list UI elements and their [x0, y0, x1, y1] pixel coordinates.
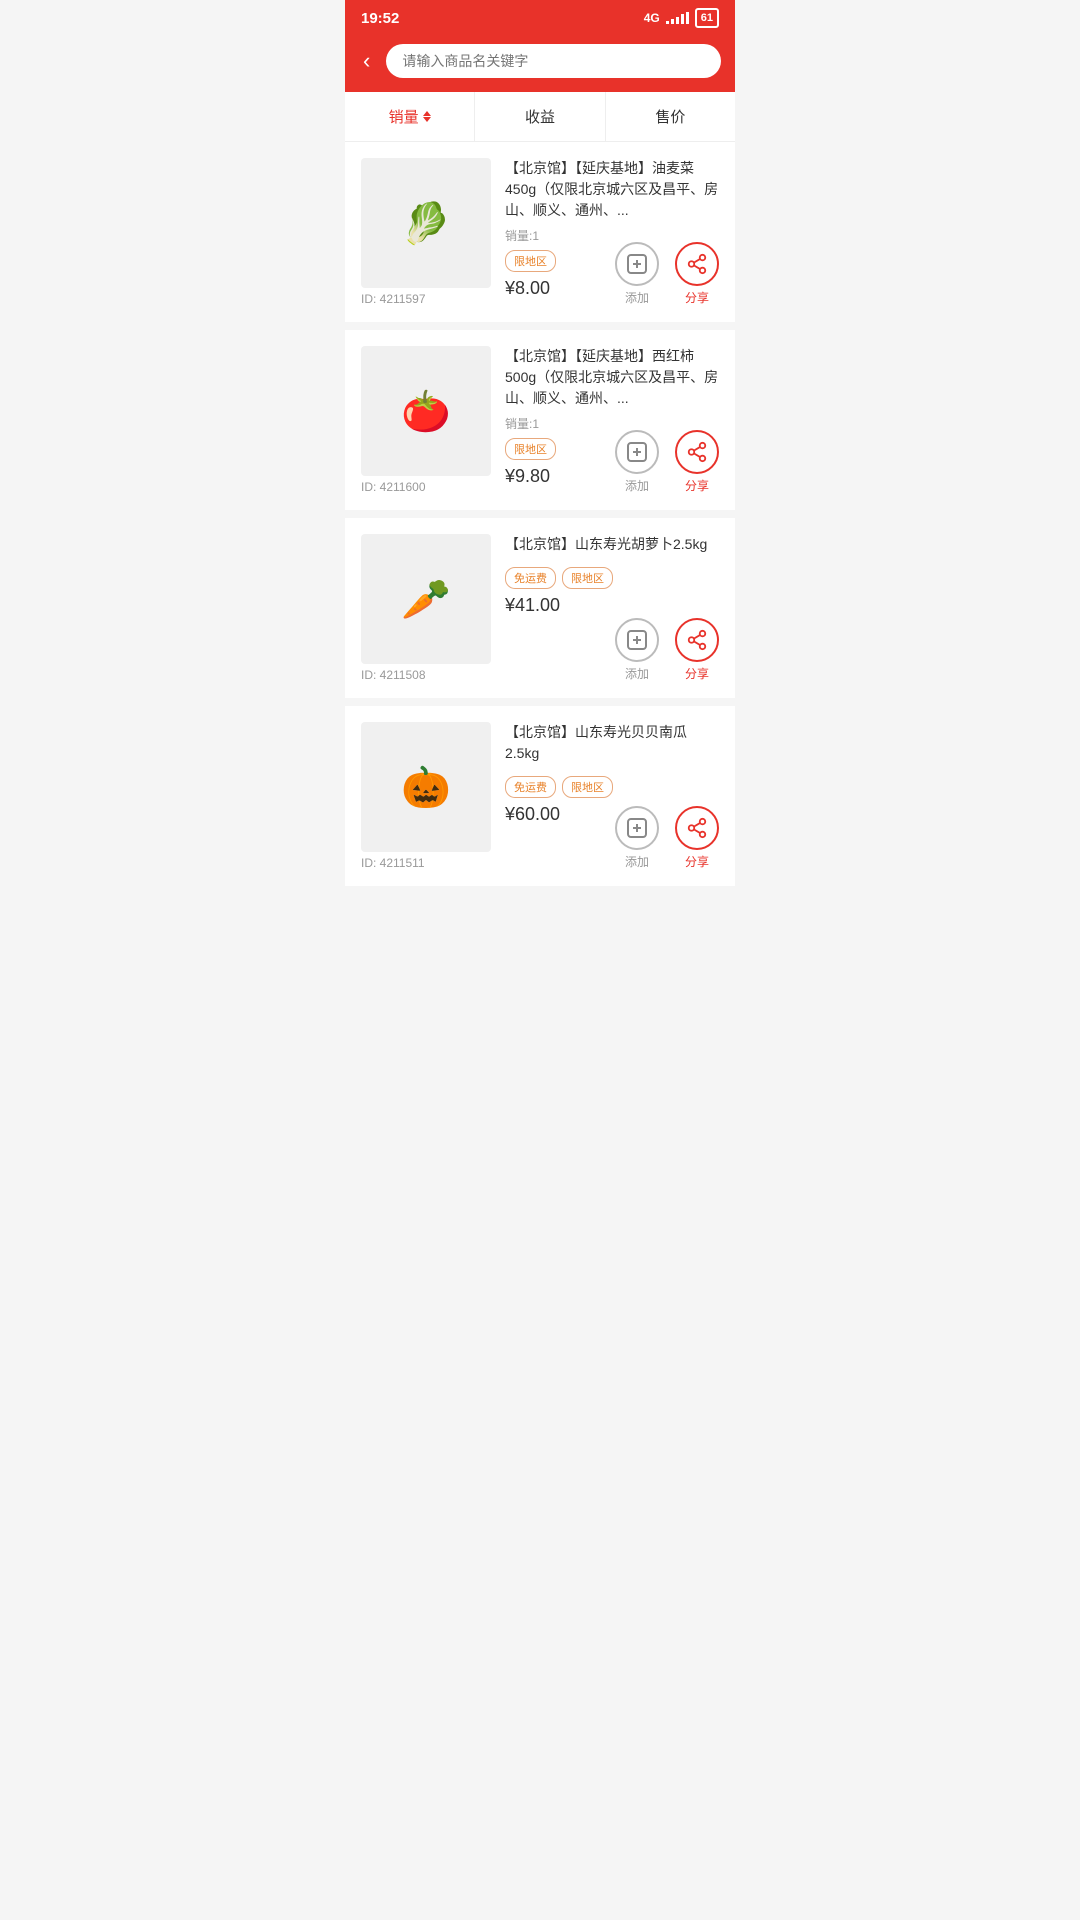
product-image-2: 🥕 — [361, 534, 491, 664]
product-image-1: 🍅 — [361, 346, 491, 476]
share-icon-3[interactable] — [675, 806, 719, 850]
table-row: 🥬 ID: 4211597 【北京馆】【延庆基地】油麦菜450g（仅限北京城六区… — [345, 142, 735, 322]
tag-region: 限地区 — [562, 567, 613, 589]
table-row: 🎃 ID: 4211511 【北京馆】山东寿光贝贝南瓜2.5kg 免运费 限地区… — [345, 706, 735, 886]
table-row: 🍅 ID: 4211600 【北京馆】【延庆基地】西红柿500g（仅限北京城六区… — [345, 330, 735, 510]
share-label-0: 分享 — [685, 289, 709, 306]
add-label-0: 添加 — [625, 289, 649, 306]
add-label-2: 添加 — [625, 665, 649, 682]
product-id-1: ID: 4211600 — [361, 480, 426, 494]
add-icon-0[interactable] — [615, 242, 659, 286]
product-title-3: 【北京馆】山东寿光贝贝南瓜2.5kg — [505, 722, 719, 764]
add-label-1: 添加 — [625, 477, 649, 494]
header: ‹ — [345, 34, 735, 92]
product-title-0: 【北京馆】【延庆基地】油麦菜450g（仅限北京城六区及昌平、房山、顺义、通州、.… — [505, 158, 719, 221]
time: 19:52 — [361, 10, 399, 27]
status-right: 4G 61 — [644, 8, 719, 28]
product-tags-3: 免运费 限地区 — [505, 776, 719, 798]
tag-free: 免运费 — [505, 776, 556, 798]
share-label-3: 分享 — [685, 853, 709, 870]
sort-tabs: 销量 收益 售价 — [345, 92, 735, 142]
sort-tab-revenue[interactable]: 收益 — [475, 92, 605, 141]
product-emoji-3: 🎃 — [361, 722, 491, 852]
sort-tab-sales[interactable]: 销量 — [345, 92, 475, 141]
tag-region: 限地区 — [505, 250, 556, 272]
battery-icon: 61 — [695, 8, 719, 28]
status-bar: 19:52 4G 61 — [345, 0, 735, 34]
add-label-3: 添加 — [625, 853, 649, 870]
action-buttons-2: 添加 分享 — [615, 618, 719, 682]
share-button-2[interactable]: 分享 — [675, 618, 719, 682]
sort-tab-price[interactable]: 售价 — [606, 92, 735, 141]
action-buttons-0: 添加 分享 — [615, 242, 719, 306]
network-label: 4G — [644, 11, 660, 25]
add-button-2[interactable]: 添加 — [615, 618, 659, 682]
share-button-3[interactable]: 分享 — [675, 806, 719, 870]
tag-free: 免运费 — [505, 567, 556, 589]
share-label-1: 分享 — [685, 477, 709, 494]
product-image-0: 🥬 — [361, 158, 491, 288]
add-button-0[interactable]: 添加 — [615, 242, 659, 306]
product-id-3: ID: 4211511 — [361, 856, 425, 870]
signal-icon — [666, 12, 689, 24]
back-button[interactable]: ‹ — [359, 46, 374, 76]
share-label-2: 分享 — [685, 665, 709, 682]
product-id-2: ID: 4211508 — [361, 668, 426, 682]
action-buttons-3: 添加 分享 — [615, 806, 719, 870]
share-button-1[interactable]: 分享 — [675, 430, 719, 494]
share-icon-2[interactable] — [675, 618, 719, 662]
add-icon-2[interactable] — [615, 618, 659, 662]
product-price-2: ¥41.00 — [505, 595, 719, 616]
product-title-1: 【北京馆】【延庆基地】西红柿500g（仅限北京城六区及昌平、房山、顺义、通州、.… — [505, 346, 719, 409]
product-emoji-2: 🥕 — [361, 534, 491, 664]
add-icon-1[interactable] — [615, 430, 659, 474]
share-button-0[interactable]: 分享 — [675, 242, 719, 306]
add-button-3[interactable]: 添加 — [615, 806, 659, 870]
action-buttons-1: 添加 分享 — [615, 430, 719, 494]
product-tags-2: 免运费 限地区 — [505, 567, 719, 589]
sort-arrows-icon — [423, 111, 431, 122]
share-icon-1[interactable] — [675, 430, 719, 474]
product-list: 🥬 ID: 4211597 【北京馆】【延庆基地】油麦菜450g（仅限北京城六区… — [345, 142, 735, 886]
search-input[interactable] — [402, 53, 705, 69]
product-image-3: 🎃 — [361, 722, 491, 852]
share-icon-0[interactable] — [675, 242, 719, 286]
tag-region: 限地区 — [562, 776, 613, 798]
product-title-2: 【北京馆】山东寿光胡萝卜2.5kg — [505, 534, 719, 555]
add-button-1[interactable]: 添加 — [615, 430, 659, 494]
product-emoji-0: 🥬 — [361, 158, 491, 288]
product-id-0: ID: 4211597 — [361, 292, 426, 306]
product-emoji-1: 🍅 — [361, 346, 491, 476]
search-bar[interactable] — [386, 44, 721, 78]
tag-region: 限地区 — [505, 438, 556, 460]
table-row: 🥕 ID: 4211508 【北京馆】山东寿光胡萝卜2.5kg 免运费 限地区 … — [345, 518, 735, 698]
add-icon-3[interactable] — [615, 806, 659, 850]
